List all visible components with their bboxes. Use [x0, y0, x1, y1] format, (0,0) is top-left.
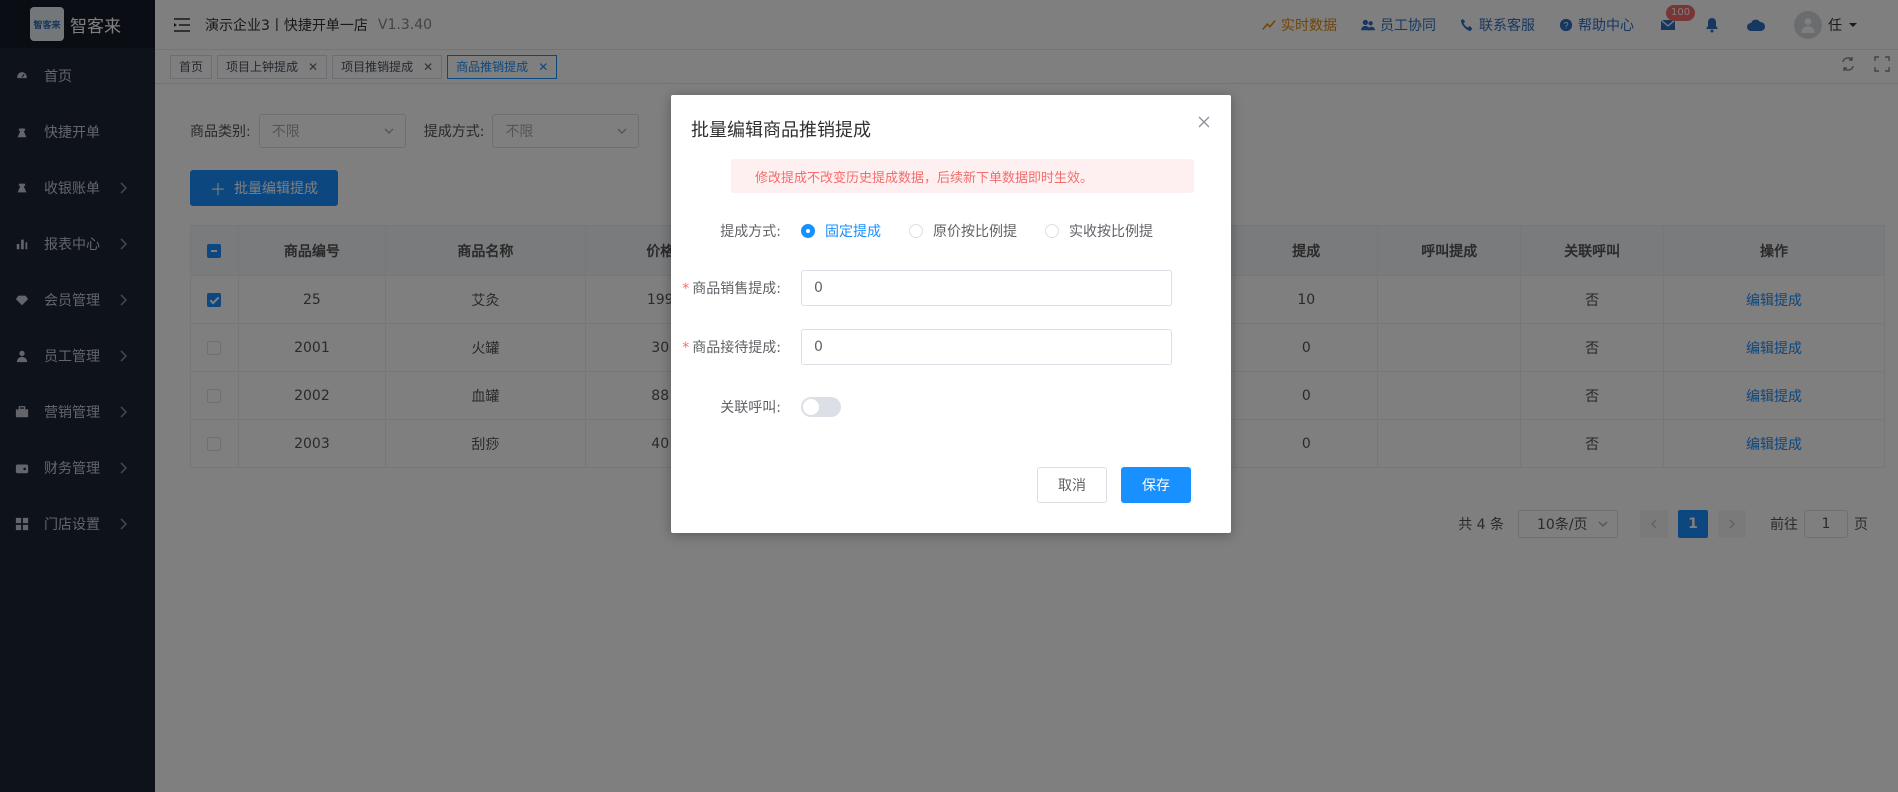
radio-label: 固定提成: [825, 224, 881, 240]
radio-dot: [1045, 224, 1059, 238]
notice-alert: 修改提成不改变历史提成数据，后续新下单数据即时生效。: [731, 159, 1194, 193]
radio-label: 实收按比例提: [1069, 224, 1153, 240]
sale-commission-label: * 商品销售提成:: [671, 278, 801, 298]
cancel-button[interactable]: 取消: [1037, 467, 1107, 503]
radio-dot: [801, 224, 815, 238]
radio-label: 原价按比例提: [933, 224, 1017, 240]
reception-commission-input[interactable]: 0: [801, 329, 1172, 365]
sale-commission-text: 商品销售提成:: [692, 281, 781, 297]
save-button[interactable]: 保存: [1121, 467, 1191, 503]
method-radio-group: 固定提成 原价按比例提 实收按比例提: [801, 221, 1181, 241]
close-icon[interactable]: [1197, 115, 1211, 129]
radio-original-price-ratio[interactable]: 原价按比例提: [909, 221, 1017, 241]
reception-commission-label: * 商品接待提成:: [671, 337, 801, 357]
radio-received-ratio[interactable]: 实收按比例提: [1045, 221, 1153, 241]
method-label: 提成方式:: [720, 224, 781, 240]
sale-commission-row: * 商品销售提成: 0: [671, 270, 1231, 306]
linked-call-switch[interactable]: [801, 397, 841, 417]
method-form-row: 提成方式: 固定提成 原价按比例提 实收按比例提: [671, 221, 1231, 241]
required-mark: *: [682, 340, 690, 356]
batch-edit-dialog: 批量编辑商品推销提成 修改提成不改变历史提成数据，后续新下单数据即时生效。 提成…: [671, 95, 1231, 533]
linked-call-row: 关联呼叫:: [671, 397, 1231, 417]
sale-commission-input[interactable]: 0: [801, 270, 1172, 306]
linked-call-label: 关联呼叫:: [720, 400, 781, 416]
dialog-title: 批量编辑商品推销提成: [691, 120, 871, 141]
required-mark: *: [682, 281, 690, 297]
reception-commission-row: * 商品接待提成: 0: [671, 329, 1231, 365]
radio-dot: [909, 224, 923, 238]
radio-fixed-commission[interactable]: 固定提成: [801, 221, 881, 241]
reception-commission-text: 商品接待提成:: [692, 340, 781, 356]
